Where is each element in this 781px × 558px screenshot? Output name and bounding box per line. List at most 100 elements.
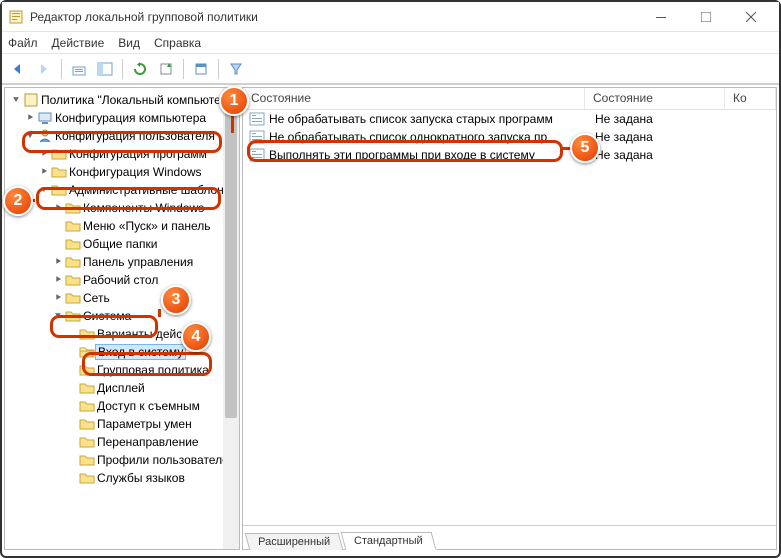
col-k[interactable]: Ко	[725, 88, 776, 109]
tree-system[interactable]: ⯆ Система	[9, 307, 239, 325]
folder-icon	[65, 236, 81, 252]
tree-display[interactable]: Дисплей	[9, 379, 239, 397]
menu-action[interactable]: Действие	[52, 36, 105, 50]
tree-label: Компоненты Windows	[83, 201, 204, 215]
folder-icon	[79, 380, 95, 396]
user-icon	[37, 128, 53, 144]
tree-label: Конфигурация программ	[69, 147, 207, 161]
tree-action-opts[interactable]: Варианты действий	[9, 325, 239, 343]
col-setting[interactable]: Состояние	[243, 88, 585, 109]
close-button[interactable]	[728, 3, 773, 31]
tree-removable[interactable]: Доступ к съемным	[9, 397, 239, 415]
tree-root[interactable]: ⯆ Политика "Локальный компьютер"	[9, 91, 239, 109]
tree-label: Сеть	[83, 291, 110, 305]
folder-icon	[79, 434, 95, 450]
tree-label: Профили пользователей	[97, 453, 235, 467]
tree-user-conf[interactable]: ⯆ Конфигурация пользователя	[9, 127, 239, 145]
setting-icon	[249, 130, 265, 144]
tree-desktop[interactable]: ⯈ Рабочий стол	[9, 271, 239, 289]
folder-icon	[65, 272, 81, 288]
folder-icon	[79, 416, 95, 432]
tree-label: Общие папки	[83, 237, 157, 251]
tree-label: Доступ к съемным	[97, 399, 200, 413]
folder-icon	[79, 452, 95, 468]
list-item-state: Не задана	[587, 148, 727, 162]
tree-user-profiles[interactable]: Профили пользователей	[9, 451, 239, 469]
export-button[interactable]	[154, 57, 178, 81]
tree-label: Меню «Пуск» и панель	[83, 219, 211, 233]
menu-file[interactable]: Файл	[8, 36, 38, 50]
tree-root-label: Политика "Локальный компьютер"	[41, 93, 232, 107]
tree-label: Групповая политика	[97, 363, 209, 377]
tree-network[interactable]: ⯈ Сеть	[9, 289, 239, 307]
tab-standard[interactable]: Стандартный	[341, 532, 436, 550]
tree-label: Варианты действий	[97, 327, 207, 341]
gpedit-icon	[8, 9, 24, 25]
tabs: Расширенный Стандартный	[243, 525, 776, 549]
list-row[interactable]: Не обрабатывать список запуска старых пр…	[243, 110, 776, 128]
tree-label: Конфигурация пользователя	[55, 129, 215, 143]
tree-comp-conf[interactable]: ⯈ Конфигурация компьютера	[9, 109, 239, 127]
tree-control-panel[interactable]: ⯈ Панель управления	[9, 253, 239, 271]
up-button[interactable]	[67, 57, 91, 81]
tree-soft-conf[interactable]: ⯈ Конфигурация программ	[9, 145, 239, 163]
tree-admin-templates[interactable]: ⯆ Административные шаблоны	[9, 181, 239, 199]
menubar: Файл Действие Вид Справка	[2, 32, 779, 54]
folder-icon	[65, 290, 81, 306]
folder-icon	[65, 308, 81, 324]
list-item-label: Не обрабатывать список запуска старых пр…	[269, 112, 587, 126]
tree-label: Рабочий стол	[83, 273, 158, 287]
folder-icon	[65, 254, 81, 270]
folder-icon	[51, 182, 67, 198]
folder-icon	[51, 146, 67, 162]
tree-label: Службы языков	[97, 471, 185, 485]
tree-scrollbar[interactable]	[223, 88, 239, 549]
refresh-button[interactable]	[128, 57, 152, 81]
setting-icon	[249, 148, 265, 162]
minimize-button[interactable]	[638, 3, 683, 31]
tree-label: Конфигурация Windows	[69, 165, 202, 179]
list-header: Состояние Состояние Ко	[243, 88, 776, 110]
folder-icon	[79, 362, 95, 378]
tree-start-menu[interactable]: Меню «Пуск» и панель	[9, 217, 239, 235]
maximize-button[interactable]	[683, 3, 728, 31]
list-item-label: Выполнять эти программы при входе в сист…	[269, 148, 587, 162]
tree-panel: ⯆ Политика "Локальный компьютер" ⯈ Конфи…	[4, 87, 240, 550]
tree-group-policy[interactable]: Групповая политика	[9, 361, 239, 379]
tree-lang-svcs[interactable]: Службы языков	[9, 469, 239, 487]
policy-icon	[23, 92, 39, 108]
tab-extended[interactable]: Расширенный	[245, 533, 344, 550]
list-item-state: Не задана	[587, 130, 727, 144]
tree-win-conf[interactable]: ⯈ Конфигурация Windows	[9, 163, 239, 181]
forward-button[interactable]	[32, 57, 56, 81]
titlebar: Редактор локальной групповой политики	[2, 2, 779, 32]
menu-view[interactable]: Вид	[118, 36, 140, 50]
folder-icon	[65, 200, 81, 216]
tree-win-components[interactable]: ⯈ Компоненты Windows	[9, 199, 239, 217]
tree-label: Конфигурация компьютера	[55, 111, 206, 125]
tree-label: Перенаправление	[97, 435, 199, 449]
list-row[interactable]: Не обрабатывать список однократного запу…	[243, 128, 776, 146]
list-item-label: Не обрабатывать список однократного запу…	[269, 130, 587, 144]
properties-button[interactable]	[189, 57, 213, 81]
show-tree-button[interactable]	[93, 57, 117, 81]
list-row[interactable]: Выполнять эти программы при входе в сист…	[243, 146, 776, 164]
folder-icon	[79, 326, 95, 342]
content-area: ⯆ Политика "Локальный компьютер" ⯈ Конфи…	[2, 84, 779, 552]
folder-icon	[51, 164, 67, 180]
tree-label: Панель управления	[83, 255, 193, 269]
window-title: Редактор локальной групповой политики	[30, 10, 638, 24]
back-button[interactable]	[6, 57, 30, 81]
tree-logon[interactable]: Вход в систему	[9, 343, 239, 361]
folder-icon	[65, 218, 81, 234]
tree-redirect[interactable]: Перенаправление	[9, 433, 239, 451]
list-body: Не обрабатывать список запуска старых пр…	[243, 110, 776, 525]
tree-label: Параметры умен	[97, 417, 192, 431]
menu-help[interactable]: Справка	[154, 36, 201, 50]
tree-smart-params[interactable]: Параметры умен	[9, 415, 239, 433]
tree-label: Административные шаблоны	[69, 183, 232, 197]
settings-panel: Состояние Состояние Ко Не обрабатывать с…	[242, 87, 777, 550]
tree-shared-folders[interactable]: Общие папки	[9, 235, 239, 253]
col-state[interactable]: Состояние	[585, 88, 725, 109]
filter-button[interactable]	[224, 57, 248, 81]
